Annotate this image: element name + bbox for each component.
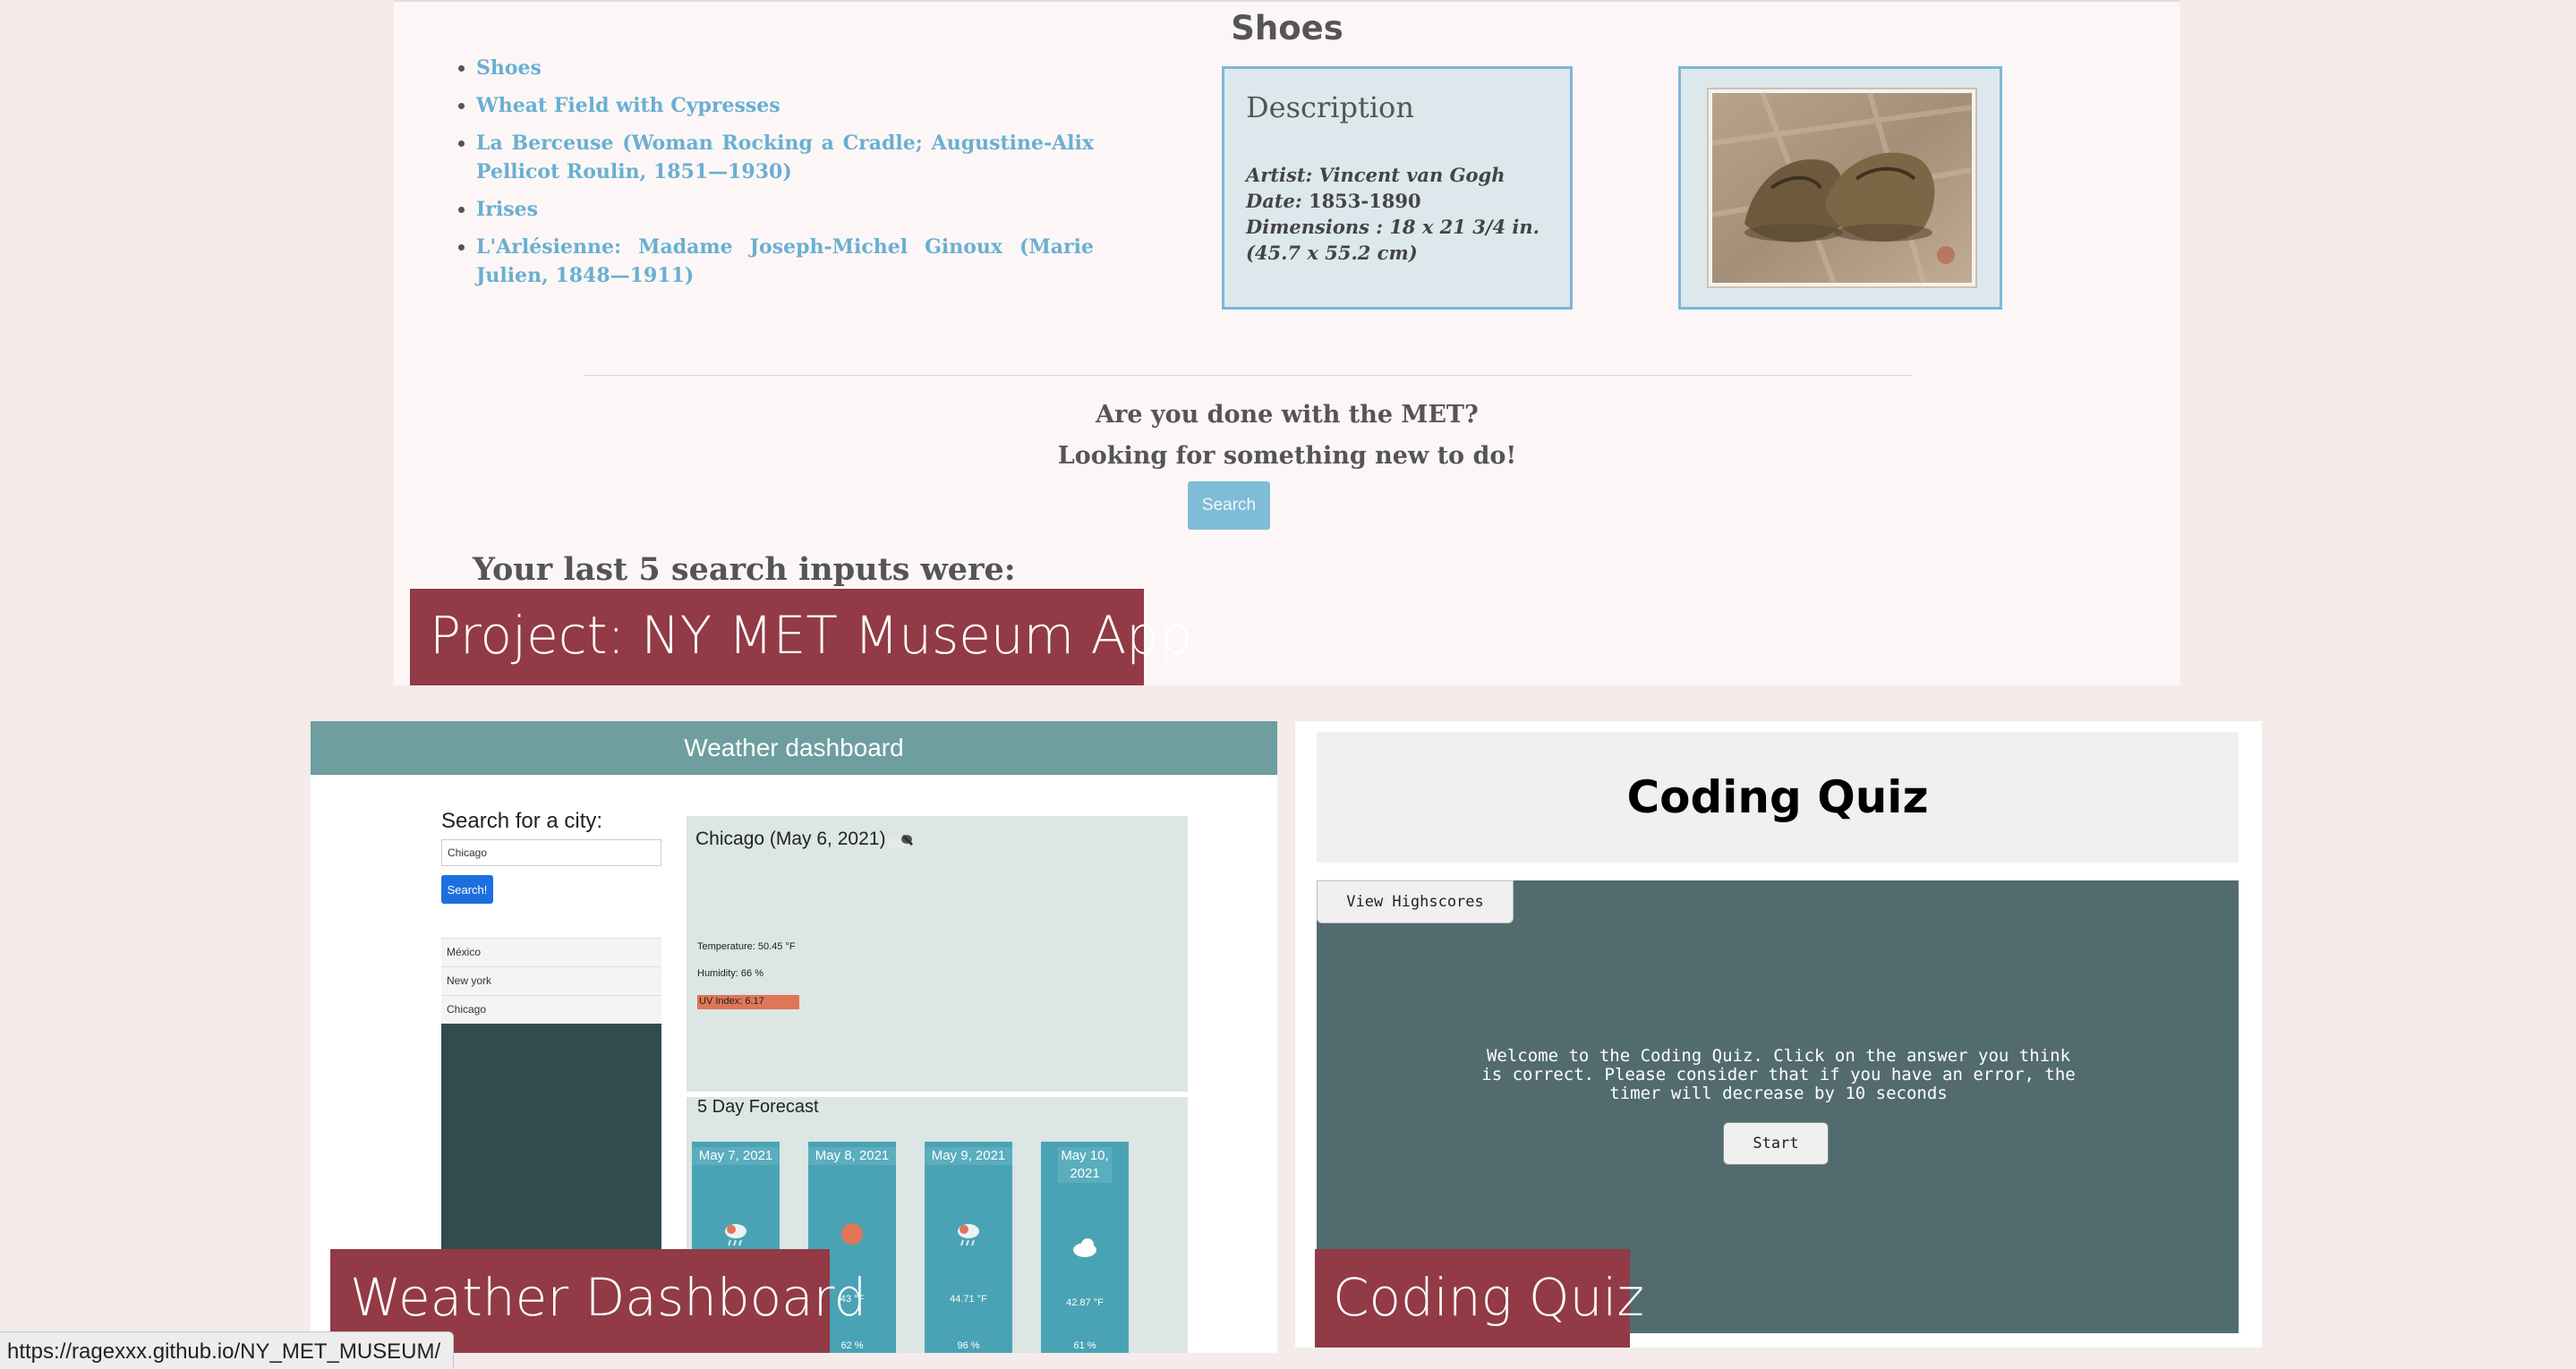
date-line: Date: 1853-1890 xyxy=(1246,188,1548,214)
rain-cloud-icon xyxy=(721,1220,750,1247)
forecast-date: May 10, 2021 xyxy=(1058,1147,1112,1183)
quiz-title: Coding Quiz xyxy=(1317,732,2239,863)
met-question-2: Looking for something new to do! xyxy=(1057,442,1517,470)
section-divider xyxy=(584,375,1912,376)
forecast-temp: 42.87 °F xyxy=(1066,1297,1104,1308)
artwork-link[interactable]: Irises xyxy=(476,195,1094,224)
weather-header: Weather dashboard xyxy=(311,721,1277,775)
quiz-welcome-text: Welcome to the Coding Quiz. Click on the… xyxy=(1481,1046,2076,1103)
start-button[interactable]: Start xyxy=(1723,1122,1829,1165)
last-searches-heading: Your last 5 search inputs were: xyxy=(473,551,1016,588)
date-label: Date: xyxy=(1246,190,1302,212)
weather-icon xyxy=(883,830,919,850)
forecast-date: May 9, 2021 xyxy=(925,1147,1012,1165)
uv-index-badge: UV Index: 6.17 xyxy=(697,995,799,1009)
view-highscores-button[interactable]: View Highscores xyxy=(1317,880,1514,923)
forecast-title: 5 Day Forecast xyxy=(697,1097,819,1117)
description-box: Description Artist: Vincent van Gogh Dat… xyxy=(1222,66,1573,310)
date-value: 1853-1890 xyxy=(1308,190,1421,212)
artist-line: Artist: Vincent van Gogh xyxy=(1246,162,1548,188)
artwork-link[interactable]: Wheat Field with Cypresses xyxy=(476,91,1094,120)
quiz-project-caption[interactable]: Coding Quiz xyxy=(1315,1249,1644,1348)
shoes-painting-image xyxy=(1707,88,1977,288)
forecast-card: May 10, 2021 42.87 °F 61 % xyxy=(1041,1142,1129,1353)
weather-project-card[interactable]: Weather dashboard Search for a city: Chi… xyxy=(311,721,1277,1353)
forecast-temp: 44.71 °F xyxy=(950,1294,987,1305)
met-project-caption[interactable]: Project: NY MET Museum App xyxy=(410,589,1192,685)
description-heading: Description xyxy=(1246,90,1414,124)
quiz-project-card[interactable]: Coding Quiz View Highscores Welcome to t… xyxy=(1295,721,2262,1348)
forecast-date: May 8, 2021 xyxy=(808,1147,896,1165)
search-button[interactable]: Search xyxy=(1188,481,1270,530)
history-item[interactable]: México xyxy=(441,938,661,966)
sun-icon xyxy=(838,1220,866,1247)
temperature-line: Temperature: 50.45 °F xyxy=(697,941,796,952)
history-item[interactable]: Chicago xyxy=(441,995,661,1024)
cloud-icon xyxy=(1070,1235,1099,1262)
city-search-button[interactable]: Search! xyxy=(441,875,493,904)
forecast-humidity: 96 % xyxy=(957,1340,980,1351)
status-bar-url: https://ragexxx.github.io/NY_MET_MUSEUM/ xyxy=(0,1331,455,1369)
artwork-title: Shoes xyxy=(1231,9,1343,47)
rain-cloud-icon xyxy=(954,1220,983,1247)
current-weather-box xyxy=(687,816,1188,1092)
met-project-card[interactable]: Shoes Shoes Wheat Field with Cypresses L… xyxy=(394,0,2180,685)
dimensions-line: Dimensions : 18 x 21 3/4 in. (45.7 x 55.… xyxy=(1246,214,1548,266)
met-question-1: Are you done with the MET? xyxy=(1096,401,1479,429)
forecast-date: May 7, 2021 xyxy=(692,1147,780,1165)
dimensions-label: Dimensions : xyxy=(1246,216,1383,238)
forecast-humidity: 61 % xyxy=(1073,1340,1096,1351)
artwork-link[interactable]: Shoes xyxy=(476,54,1094,82)
artwork-link[interactable]: L'Arlésienne: Madame Joseph-Michel Ginou… xyxy=(476,233,1094,290)
artist-value: Vincent van Gogh xyxy=(1318,164,1506,186)
city-search-label: Search for a city: xyxy=(441,809,603,833)
current-weather-title: Chicago (May 6, 2021) xyxy=(695,829,886,849)
city-search-input[interactable]: Chicago xyxy=(441,839,661,866)
humidity-line: Humidity: 66 % xyxy=(697,968,763,979)
history-item[interactable]: New york xyxy=(441,966,661,995)
artist-label: Artist: xyxy=(1246,164,1313,186)
artwork-list: Shoes Wheat Field with Cypresses La Berc… xyxy=(449,54,1094,299)
artwork-link[interactable]: La Berceuse (Woman Rocking a Cradle; Aug… xyxy=(476,129,1094,186)
forecast-card: May 9, 2021 44.71 °F 96 % xyxy=(925,1142,1012,1353)
